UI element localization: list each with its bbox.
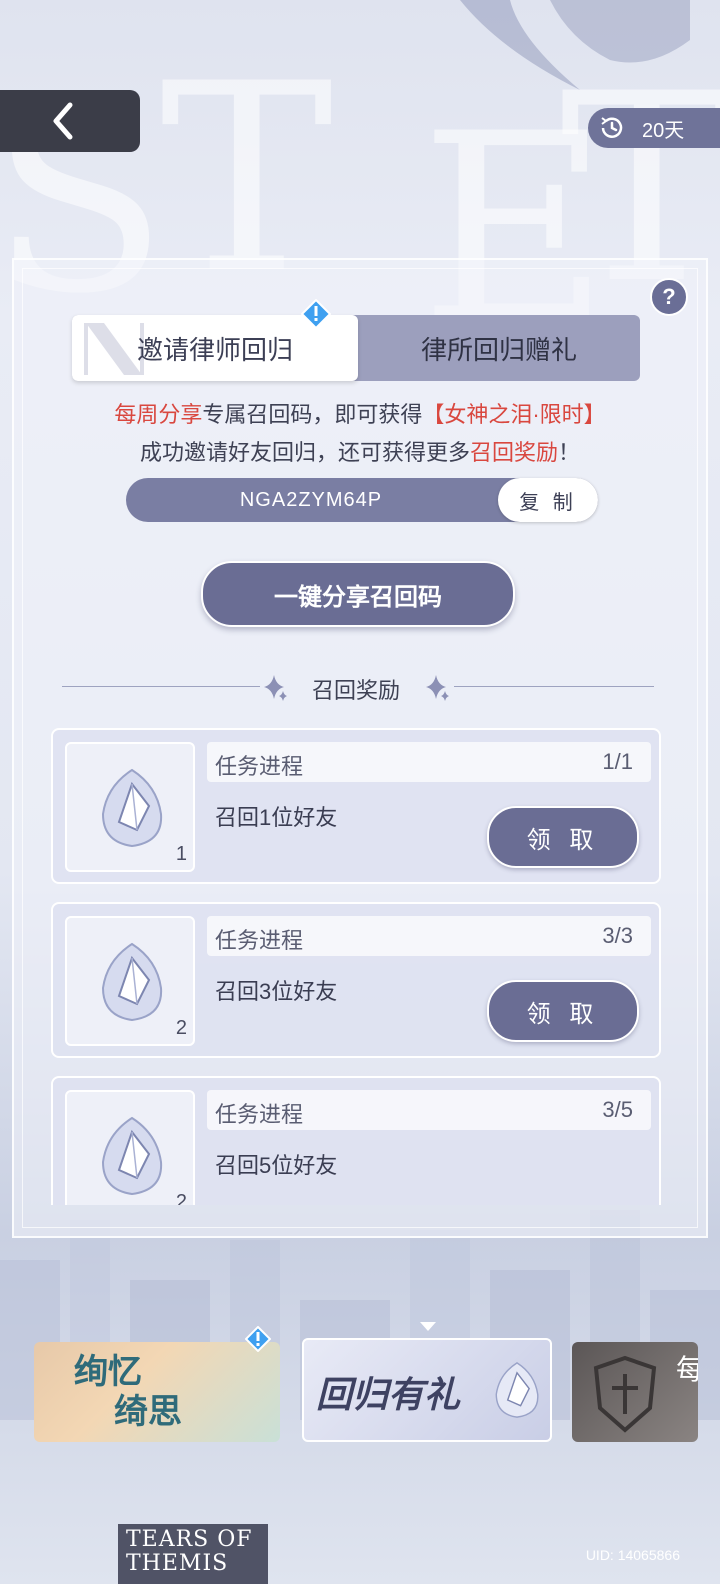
invite-code-field: NGA2ZYM64P 复 制 bbox=[126, 478, 598, 522]
exclamation-diamond-icon bbox=[301, 299, 331, 329]
crystal-tear-icon bbox=[495, 1362, 539, 1418]
claim-button[interactable]: 领 取 bbox=[487, 806, 639, 868]
progress-count: 3/3 bbox=[602, 923, 633, 948]
help-button[interactable]: ? bbox=[650, 278, 688, 316]
progress-bar: 任务进程 1/1 bbox=[207, 742, 651, 782]
back-button[interactable] bbox=[0, 90, 140, 152]
task-description: 召回5位好友 bbox=[215, 1153, 338, 1178]
progress-label: 任务进程 bbox=[215, 754, 304, 779]
invite-code: NGA2ZYM64P bbox=[239, 489, 383, 511]
progress-count: 1/1 bbox=[602, 749, 633, 774]
task-description: 召回1位好友 bbox=[215, 805, 338, 830]
user-id: UID: 14065866 bbox=[585, 1547, 680, 1563]
progress-bar: 任务进程 3/5 bbox=[207, 1090, 651, 1130]
crystal-tear-icon bbox=[101, 768, 163, 848]
reward-card: 2 任务进程 3/5 召回5位好友 bbox=[51, 1076, 661, 1205]
rewards-section-title: 召回奖励 bbox=[0, 667, 720, 707]
crystal-tear-icon bbox=[101, 1116, 163, 1196]
chevron-left-icon bbox=[53, 102, 73, 140]
description-line-2: 成功邀请好友回归，还可获得更多召回奖励！ bbox=[139, 440, 581, 465]
reward-card: 2 任务进程 3/3 召回3位好友 领 取 bbox=[51, 902, 661, 1058]
task-description: 召回3位好友 bbox=[215, 979, 338, 1004]
reward-item-thumbnail[interactable]: 2 bbox=[65, 1090, 195, 1205]
divider bbox=[454, 686, 654, 687]
banner-title: 绚忆 绮思 bbox=[74, 1352, 182, 1432]
selected-indicator-icon bbox=[420, 1322, 436, 1331]
banner-other-event[interactable]: 每 bbox=[572, 1342, 698, 1442]
tab-label: 邀请律师回归 bbox=[136, 334, 293, 365]
progress-count: 3/5 bbox=[602, 1097, 633, 1122]
progress-label: 任务进程 bbox=[215, 928, 304, 953]
timer-value: 20天 bbox=[642, 119, 685, 142]
tab-label: 律所回归赠礼 bbox=[420, 334, 577, 365]
reward-list[interactable]: 1 任务进程 1/1 召回1位好友 领 取 2 任务进程 3/3 召回3位好友 … bbox=[51, 728, 663, 1205]
progress-bar: 任务进程 3/3 bbox=[207, 916, 651, 956]
tab-decoration-icon bbox=[84, 323, 144, 375]
share-code-button[interactable]: 一键分享召回码 bbox=[201, 561, 515, 627]
shield-emblem-icon bbox=[593, 1355, 657, 1433]
banner-memory-event[interactable]: 绚忆 绮思 bbox=[34, 1342, 280, 1442]
tab-bar: 邀请律师回归 律所回归赠礼 bbox=[72, 299, 640, 381]
banner-return-gift[interactable]: 回归有礼 bbox=[302, 1338, 552, 1442]
banner-title: 每 bbox=[676, 1354, 698, 1385]
clock-arrow-icon bbox=[592, 108, 632, 148]
reward-quantity: 1 bbox=[175, 843, 187, 865]
event-banner-carousel[interactable]: 绚忆 绮思 回归有礼 每 bbox=[0, 1326, 720, 1446]
sparkle-icon bbox=[426, 675, 449, 701]
banner-title: 回归有礼 bbox=[316, 1374, 461, 1416]
reward-quantity: 2 bbox=[175, 1017, 187, 1039]
game-logo: TEARS OF THEMIS bbox=[118, 1524, 268, 1584]
bird-illustration bbox=[430, 0, 690, 90]
tab-firm-return-gift[interactable]: 律所回归赠礼 bbox=[358, 315, 640, 381]
exclamation-diamond-icon bbox=[245, 1326, 271, 1352]
reward-item-thumbnail[interactable]: 2 bbox=[65, 916, 195, 1046]
reward-card: 1 任务进程 1/1 召回1位好友 领 取 bbox=[51, 728, 661, 884]
rewards-title: 召回奖励 bbox=[311, 678, 400, 703]
copy-button[interactable]: 复 制 bbox=[498, 478, 598, 522]
crystal-tear-icon bbox=[101, 942, 163, 1022]
claim-button[interactable]: 领 取 bbox=[487, 980, 639, 1042]
progress-label: 任务进程 bbox=[215, 1102, 304, 1127]
reward-item-thumbnail[interactable]: 1 bbox=[65, 742, 195, 872]
reward-quantity: 2 bbox=[175, 1191, 187, 1205]
description-line-1: 每周分享专属召回码，即可获得【女神之泪·限时】 bbox=[114, 402, 606, 427]
remaining-time-badge: 20天 bbox=[588, 108, 720, 148]
